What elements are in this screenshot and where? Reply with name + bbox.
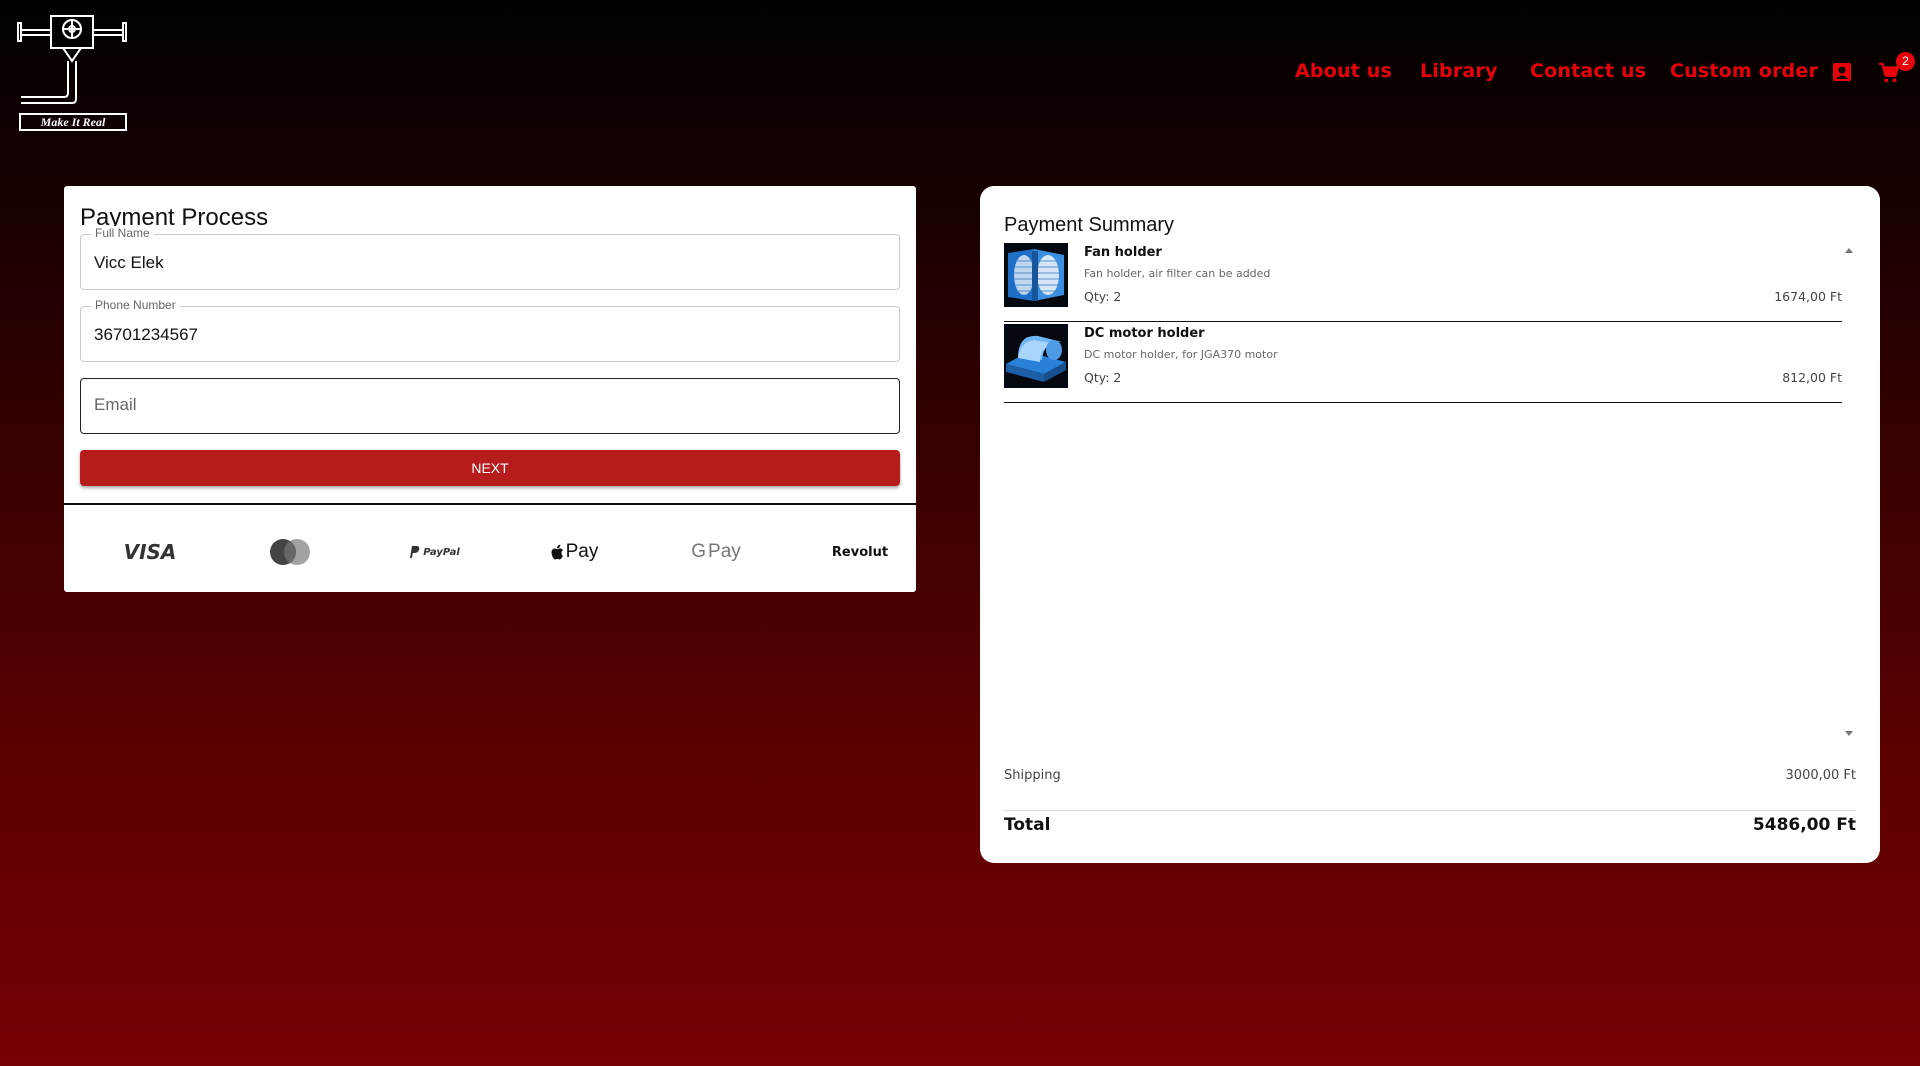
item-quantity: Qty: 2 <box>1084 370 1122 385</box>
cart-items-list[interactable]: Fan holder Fan holder, air filter can be… <box>1004 241 1842 591</box>
revolut-logo: Revolut <box>820 531 900 573</box>
revolut-text: Revolut <box>831 544 889 560</box>
account-button[interactable] <box>1832 62 1852 87</box>
email-field[interactable] <box>80 378 900 434</box>
shipping-value: 3000,00 Ft <box>1785 768 1856 783</box>
brand-logo[interactable]: Make It Real <box>17 14 129 132</box>
phone-number-field[interactable]: Phone Number 36701234567 <box>80 298 900 362</box>
nav-library[interactable]: Library <box>1420 60 1498 82</box>
phone-number-value[interactable]: 36701234567 <box>94 325 874 345</box>
nav-about-us[interactable]: About us <box>1295 60 1392 82</box>
paypal-icon <box>410 546 420 558</box>
payment-summary-card: Payment Summary Fan holder Fan holder, a… <box>980 186 1880 863</box>
shipping-label: Shipping <box>1004 768 1061 783</box>
printer-logo-icon <box>17 15 127 104</box>
google-pay-text: Pay <box>708 541 741 562</box>
item-quantity: Qty: 2 <box>1084 289 1122 304</box>
payment-summary-title: Payment Summary <box>1004 214 1175 236</box>
visa-text: VISA <box>123 540 177 564</box>
nav-contact-us[interactable]: Contact us <box>1530 60 1646 82</box>
fan-holder-thumbnail <box>1004 243 1068 307</box>
google-pay-logo: G Pay <box>676 531 756 573</box>
phone-number-label: Phone Number <box>91 298 180 312</box>
mastercard-icon <box>270 539 310 565</box>
mastercard-logo <box>250 531 330 573</box>
item-price: 1674,00 Ft <box>1774 289 1842 304</box>
item-description: Fan holder, air filter can be added <box>1084 267 1271 280</box>
dc-motor-holder-thumbnail <box>1004 324 1068 388</box>
dc-motor-holder-image <box>1004 324 1068 388</box>
visa-logo: VISA <box>112 531 188 573</box>
total-label: Total <box>1004 815 1051 835</box>
full-name-label: Full Name <box>91 226 154 240</box>
google-g-icon: G <box>691 541 707 562</box>
payment-process-card: Payment Process Full Name Vicc Elek Phon… <box>64 186 916 592</box>
fan-holder-image <box>1004 243 1068 307</box>
next-button[interactable]: NEXT <box>80 450 900 486</box>
apple-icon <box>551 544 563 559</box>
card-divider <box>64 503 916 505</box>
cart-item[interactable]: DC motor holder DC motor holder, for JGA… <box>1004 322 1842 403</box>
summary-divider <box>1004 810 1856 811</box>
email-input[interactable] <box>94 395 874 415</box>
item-name: Fan holder <box>1084 245 1162 260</box>
brand-logo-text: Make It Real <box>19 113 127 131</box>
scroll-up-arrow-icon[interactable] <box>1845 248 1853 253</box>
item-price: 812,00 Ft <box>1782 370 1842 385</box>
full-name-field[interactable]: Full Name Vicc Elek <box>80 226 900 290</box>
nav-custom-order[interactable]: Custom order <box>1670 60 1818 82</box>
scroll-down-arrow-icon[interactable] <box>1845 731 1853 736</box>
apple-pay-logo: Pay <box>534 531 614 573</box>
payment-methods: VISA PayPal Pay G Pay Revolut <box>64 531 916 573</box>
item-description: DC motor holder, for JGA370 motor <box>1084 348 1278 361</box>
total-value: 5486,00 Ft <box>1752 815 1856 835</box>
item-name: DC motor holder <box>1084 326 1205 341</box>
account-icon <box>1833 63 1851 81</box>
cart-count-badge: 2 <box>1896 52 1915 71</box>
apple-pay-text: Pay <box>565 541 599 562</box>
paypal-text: PayPal <box>423 546 460 558</box>
paypal-logo: PayPal <box>394 531 474 573</box>
cart-item[interactable]: Fan holder Fan holder, air filter can be… <box>1004 241 1842 322</box>
full-name-value[interactable]: Vicc Elek <box>94 253 874 273</box>
